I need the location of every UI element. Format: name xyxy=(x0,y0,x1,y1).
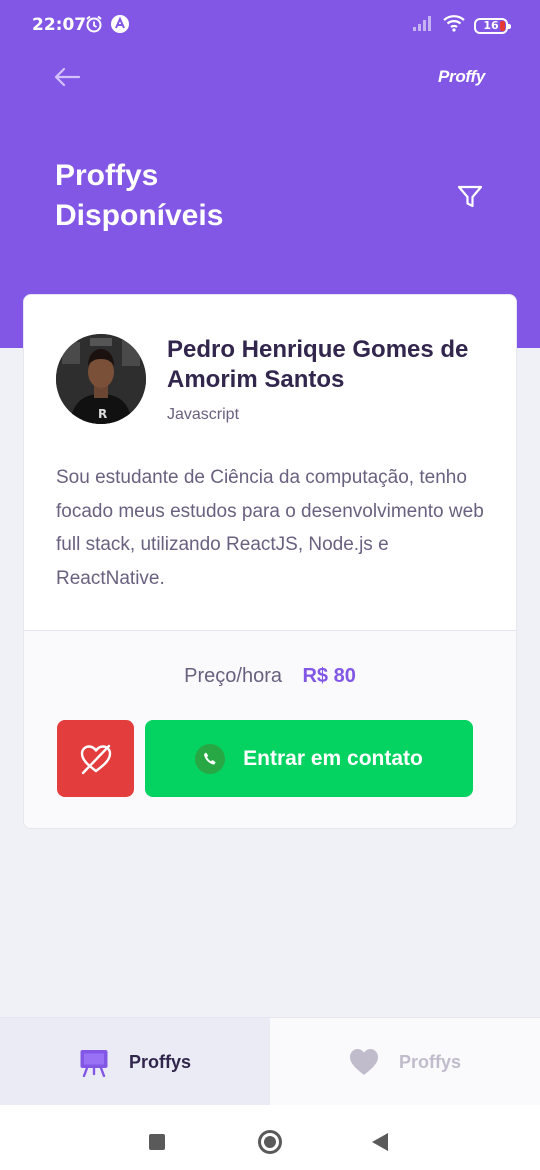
contact-button[interactable]: Entrar em contato xyxy=(145,720,473,797)
price-label: Preço/hora xyxy=(184,665,282,687)
status-left-icons xyxy=(84,14,130,39)
page-title-line2: Disponíveis xyxy=(55,199,224,232)
heart-outline-icon xyxy=(80,744,111,774)
arrow-left-icon xyxy=(54,67,81,87)
card-footer: Preço/hora R$ 80 Entrar em contato xyxy=(24,630,516,828)
page-title-line1: Proffys xyxy=(55,159,159,192)
status-right-icons: 16 xyxy=(412,14,511,37)
tab-favorites[interactable]: Proffys xyxy=(270,1018,540,1106)
heart-icon xyxy=(349,1049,378,1075)
tab-proffys-label: Proffys xyxy=(128,1051,191,1072)
back-button[interactable] xyxy=(50,62,84,92)
unfavorite-button[interactable] xyxy=(57,720,134,797)
wifi-icon xyxy=(442,14,466,37)
status-bar: 22:07 16 xyxy=(0,0,540,50)
system-back-button[interactable] xyxy=(372,1133,388,1151)
recent-apps-button[interactable] xyxy=(149,1134,165,1150)
filter-button[interactable] xyxy=(455,182,485,212)
battery-icon: 16 xyxy=(474,17,511,34)
app-notification-icon xyxy=(110,14,130,39)
brand-logo: Proffy xyxy=(437,67,485,86)
teacher-card: R Pedro Henrique Gomes de Amorim Santos … xyxy=(23,294,517,829)
svg-text:R: R xyxy=(98,407,107,421)
teacher-avatar: R xyxy=(56,334,146,424)
contact-label: Entrar em contato xyxy=(243,746,423,770)
tab-favorites-label: Proffys xyxy=(398,1051,461,1072)
page-title: Proffys Disponíveis xyxy=(55,156,315,236)
easel-icon xyxy=(80,1050,108,1077)
price-row: Preço/hora R$ 80 xyxy=(24,665,516,688)
signal-icon xyxy=(412,14,434,37)
bottom-tab-bar: Proffys Proffys xyxy=(0,1017,540,1106)
price-value: R$ 80 xyxy=(302,665,356,687)
teacher-bio: Sou estudante de Ciência da computação, … xyxy=(56,467,484,589)
status-time: 22:07 xyxy=(32,15,87,35)
whatsapp-icon xyxy=(195,743,226,774)
battery-text: 16 xyxy=(483,19,499,32)
system-nav-bar xyxy=(0,1105,540,1170)
home-button[interactable] xyxy=(258,1130,282,1154)
tab-proffys[interactable]: Proffys xyxy=(0,1018,270,1106)
filter-icon xyxy=(457,185,483,208)
home-button-dot xyxy=(264,1136,276,1148)
teacher-name: Pedro Henrique Gomes de Amorim Santos xyxy=(167,336,469,393)
teacher-subject: Javascript xyxy=(167,406,240,423)
battery-level xyxy=(500,20,505,31)
alarm-icon xyxy=(84,14,104,39)
